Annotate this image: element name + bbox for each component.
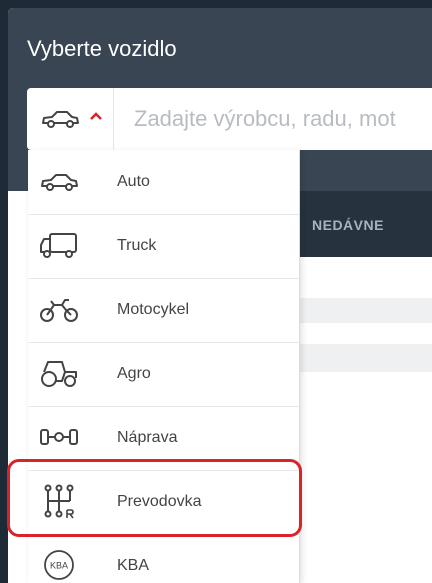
axle-icon — [40, 429, 78, 445]
vehicle-search-bar — [27, 88, 432, 150]
car-icon — [42, 111, 79, 128]
tabs-bar: NEDÁVNE — [298, 191, 432, 257]
kba-icon: KBA — [44, 550, 74, 580]
vehicle-type-label: Auto — [117, 173, 150, 190]
page-title: Vyberte vozidlo — [27, 36, 177, 61]
vehicle-type-label: Motocykel — [117, 301, 190, 318]
vehicle-type-item-agro[interactable]: Agro — [28, 342, 299, 407]
list-row-placeholder — [298, 344, 432, 372]
vehicle-type-item-truck[interactable]: Truck — [28, 214, 299, 279]
truck-icon — [40, 233, 77, 258]
motorcycle-icon — [40, 299, 78, 322]
list-row-placeholder — [298, 298, 432, 323]
vehicle-type-label: Truck — [117, 237, 157, 254]
vehicle-type-label: KBA — [117, 557, 150, 574]
vehicle-type-item-motocykel[interactable]: Motocykel — [28, 278, 299, 343]
kba-badge-text: KBA — [50, 561, 68, 571]
highlight-outline — [7, 459, 302, 537]
vehicle-type-item-kba[interactable]: KBA KBA — [28, 534, 299, 583]
vehicle-type-label: Agro — [117, 365, 151, 382]
vehicle-type-toggle[interactable] — [27, 88, 114, 150]
tractor-icon — [41, 361, 77, 387]
vehicle-search-input[interactable] — [114, 88, 432, 150]
tab-recent[interactable]: NEDÁVNE — [312, 217, 384, 233]
vehicle-type-item-auto[interactable]: Auto — [28, 150, 299, 215]
car-icon — [41, 174, 78, 191]
chevron-up-icon — [90, 112, 102, 120]
